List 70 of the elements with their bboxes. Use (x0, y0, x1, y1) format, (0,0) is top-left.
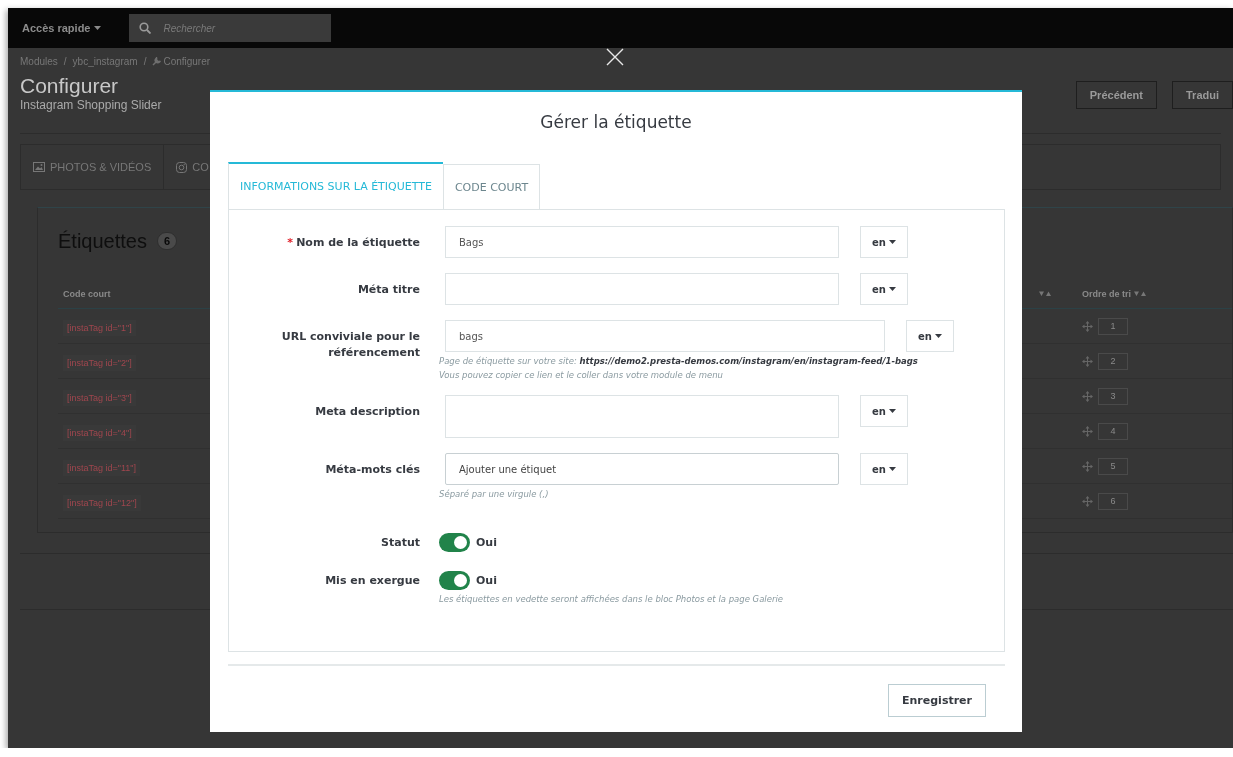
move-icon (1082, 355, 1093, 367)
toggle-switch[interactable] (439, 533, 470, 552)
modal-title: Gérer la étiquette (539, 112, 693, 134)
move-icon (1082, 320, 1093, 332)
field-label: URL conviviale pour le référencement (281, 330, 420, 359)
position-field[interactable]: 5 (1098, 457, 1128, 475)
toggle-switch[interactable] (439, 571, 470, 590)
field-label: Meta description (315, 405, 420, 418)
required-mark: * (287, 236, 294, 249)
breadcrumb-link[interactable]: ybc_instagram (72, 56, 138, 67)
caret-icon (934, 334, 942, 338)
help-text: Séparé par une virgule (,) (439, 489, 550, 499)
move-icon (1082, 425, 1093, 437)
search-input[interactable]: Rechercher (161, 21, 316, 35)
toggle-label: Oui (476, 574, 497, 587)
breadcrumb-link[interactable]: Modules (20, 56, 58, 67)
textarea-field[interactable] (445, 395, 839, 438)
field-label: Méta-mots clés (325, 463, 420, 476)
breadcrumb-current: Configurer (163, 56, 211, 67)
breadcrumb-separator: / (63, 56, 67, 67)
image-icon (33, 162, 45, 172)
position-field[interactable]: 4 (1098, 422, 1128, 440)
close-icon (606, 48, 624, 66)
help-text: Les étiquettes en vedette seront affichées dans le bloc Photos et la page Galerie (439, 594, 784, 604)
page-subtitle: Instagram Shopping Slider (20, 98, 162, 112)
position-field[interactable]: 2 (1098, 352, 1128, 370)
position-field[interactable]: 6 (1098, 492, 1128, 510)
camera-icon (176, 161, 188, 173)
language-dropdown[interactable]: en (860, 395, 908, 427)
toolbar-button[interactable]: Tradui (1172, 81, 1233, 109)
page-title: Configurer (20, 74, 120, 98)
language-dropdown[interactable]: en (860, 453, 908, 485)
toolbar-button[interactable]: Précédent (1075, 81, 1157, 109)
position-field[interactable]: 1 (1098, 317, 1128, 335)
language-dropdown[interactable]: en (860, 226, 908, 258)
close-button[interactable] (606, 48, 624, 66)
search-icon (139, 22, 152, 34)
move-icon (1082, 460, 1093, 472)
module-tab[interactable]: PHOTOS & VIDÉOS (21, 145, 165, 189)
field-label: Nom de la étiquette (296, 236, 420, 249)
column-header[interactable]: Ordre de tri (1082, 289, 1131, 299)
field-label: Mis en exergue (325, 574, 420, 587)
input-field[interactable]: Bags (445, 226, 839, 258)
move-icon (1082, 495, 1093, 507)
search-field[interactable]: Rechercher (129, 14, 332, 42)
caret-icon (888, 287, 896, 291)
wrench-icon (152, 57, 162, 66)
position-field[interactable]: 3 (1098, 387, 1128, 405)
save-button[interactable]: Enregistrer (888, 684, 986, 717)
help-text: Page de étiquette sur votre site: https://demo2.presta-demos.com/instagram/en/instagram-feed/1-bags (439, 356, 919, 366)
language-dropdown[interactable]: en (906, 320, 954, 352)
tab[interactable]: INFORMATIONS SUR LA ÉTIQUETTE (228, 162, 443, 209)
move-icon (1082, 390, 1093, 402)
caret-icon (94, 26, 102, 30)
input-field[interactable] (445, 273, 839, 305)
caret-icon (888, 409, 896, 413)
language-dropdown[interactable]: en (860, 273, 908, 305)
input-field[interactable]: bags (445, 320, 885, 352)
column-header[interactable]: Code court (63, 289, 111, 299)
breadcrumb-separator: / (143, 56, 147, 67)
caret-icon (888, 467, 896, 471)
caret-icon (888, 240, 896, 244)
tags-input[interactable]: Ajouter une étiquet (445, 453, 839, 485)
count-badge: 6 (156, 232, 178, 250)
field-label: Méta titre (357, 283, 420, 296)
toggle-label: Oui (476, 536, 497, 549)
field-label: Statut (381, 536, 420, 549)
tab[interactable]: CODE COURT (442, 164, 541, 209)
help-text: Vous pouvez copier ce lien et le coller dans votre module de menu (439, 370, 724, 380)
quick-access-menu[interactable]: Accès rapide (22, 22, 102, 34)
